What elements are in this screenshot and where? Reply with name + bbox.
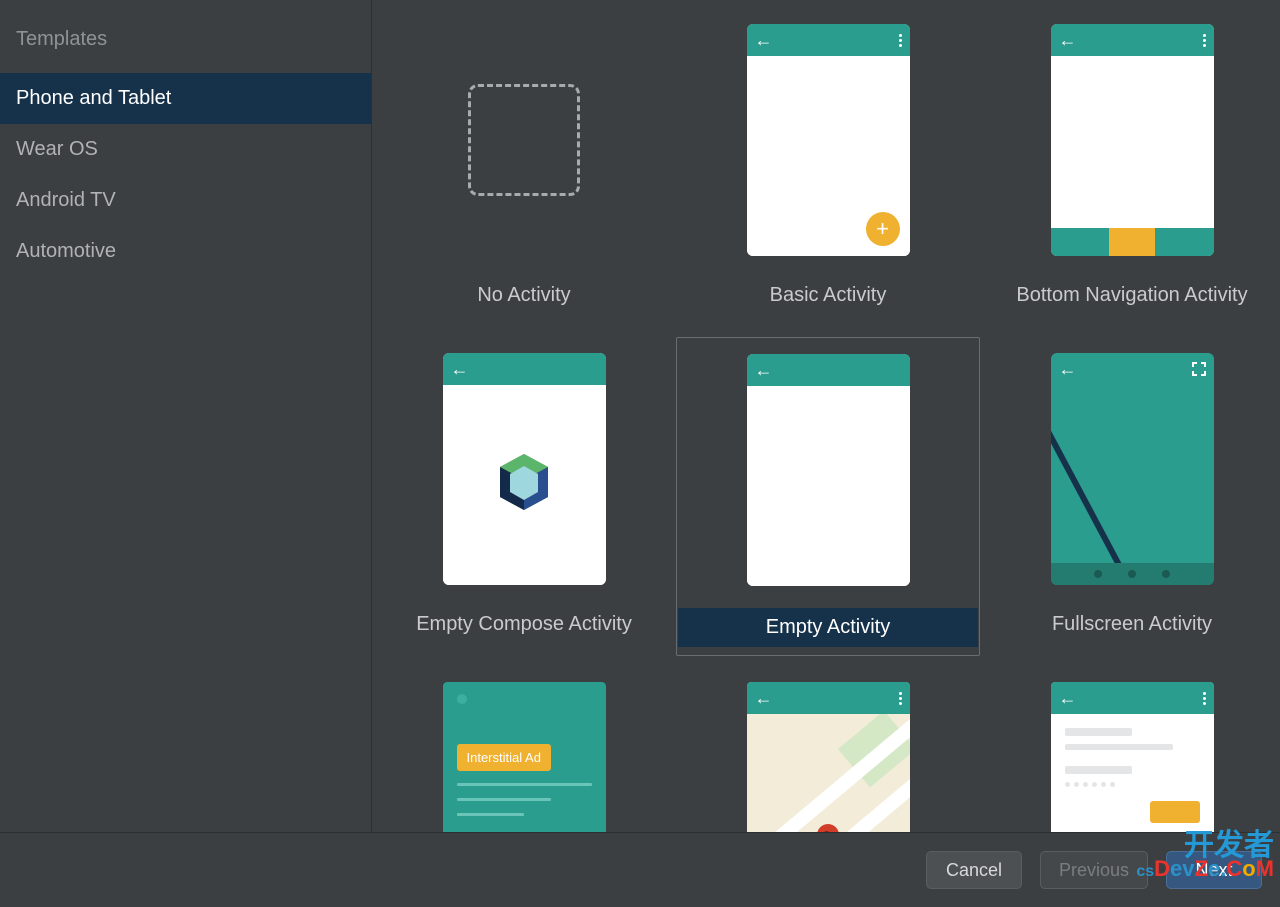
template-bottom-navigation[interactable]: ← Bottom Navigation Activity (980, 8, 1280, 327)
map-pin-icon (812, 819, 843, 832)
fullscreen-icon (1192, 362, 1206, 376)
template-thumbnail: ← (1051, 682, 1214, 832)
template-gallery: No Activity ← + Basic Activity (372, 0, 1280, 832)
template-empty-compose[interactable]: ← E (372, 337, 676, 656)
dashed-placeholder-icon (468, 84, 580, 196)
sidebar-item-label: Phone and Tablet (16, 87, 171, 109)
template-thumbnail: ← (443, 353, 606, 585)
template-label: Empty Compose Activity (416, 613, 632, 636)
diagonal-decoration-icon (1051, 393, 1144, 585)
back-arrow-icon: ← (755, 361, 773, 379)
template-label: Fullscreen Activity (1052, 613, 1212, 636)
fab-add-icon: + (866, 212, 900, 246)
status-dot-icon (457, 694, 467, 704)
template-label: Bottom Navigation Activity (1016, 284, 1247, 307)
ad-badge: Interstitial Ad (457, 744, 551, 771)
template-thumbnail: ← (747, 354, 910, 586)
template-label: Basic Activity (770, 284, 887, 307)
navigation-bar-icon (1051, 563, 1214, 585)
previous-button[interactable]: Previous (1040, 851, 1148, 889)
back-arrow-icon: ← (1059, 31, 1077, 49)
sidebar-item-wear-os[interactable]: Wear OS (0, 124, 371, 175)
action-chip-icon (1150, 801, 1200, 823)
main-area: Templates Phone and Tablet Wear OS Andro… (0, 0, 1280, 832)
overflow-menu-icon (1203, 692, 1206, 705)
compose-logo-icon (496, 452, 552, 512)
template-google-maps[interactable]: ← (676, 666, 980, 832)
template-empty-activity[interactable]: ← Empty Activity (676, 337, 980, 656)
back-arrow-icon: ← (755, 689, 773, 707)
next-button[interactable]: Next (1166, 851, 1262, 889)
button-label: Previous (1059, 860, 1129, 881)
template-thumbnail: ← + (747, 24, 910, 256)
template-thumbnail: ← (1051, 24, 1214, 256)
back-arrow-icon: ← (1059, 689, 1077, 707)
sidebar-item-label: Automotive (16, 240, 116, 262)
template-thumbnail (443, 24, 606, 256)
overflow-menu-icon (899, 34, 902, 47)
sidebar-item-phone-tablet[interactable]: Phone and Tablet (0, 73, 371, 124)
template-label: No Activity (477, 284, 570, 307)
overflow-menu-icon (1203, 34, 1206, 47)
sidebar-item-automotive[interactable]: Automotive (0, 226, 371, 277)
template-label: Empty Activity (678, 608, 978, 647)
button-label: Cancel (946, 860, 1002, 881)
sidebar-item-label: Android TV (16, 189, 116, 211)
wizard-footer: Cancel Previous Next (0, 832, 1280, 907)
sidebar-item-label: Wear OS (16, 138, 98, 160)
template-thumbnail: ← (747, 682, 910, 832)
template-primary-detail[interactable]: ← (980, 666, 1280, 832)
template-thumbnail: Interstitial Ad (443, 682, 606, 832)
back-arrow-icon: ← (451, 360, 469, 378)
back-arrow-icon: ← (755, 31, 773, 49)
sidebar-header: Templates (0, 18, 371, 73)
cancel-button[interactable]: Cancel (926, 851, 1022, 889)
template-basic-activity[interactable]: ← + Basic Activity (676, 8, 980, 327)
template-no-activity[interactable]: No Activity (372, 8, 676, 327)
sidebar-item-android-tv[interactable]: Android TV (0, 175, 371, 226)
template-fullscreen[interactable]: ← Fullscreen Activity (980, 337, 1280, 656)
bottom-navigation-icon (1051, 228, 1214, 256)
button-label: Next (1195, 860, 1232, 881)
template-thumbnail: ← (1051, 353, 1214, 585)
back-arrow-icon: ← (1059, 360, 1077, 378)
overflow-menu-icon (899, 692, 902, 705)
template-interstitial-ad[interactable]: Interstitial Ad (372, 666, 676, 832)
sidebar: Templates Phone and Tablet Wear OS Andro… (0, 0, 372, 832)
